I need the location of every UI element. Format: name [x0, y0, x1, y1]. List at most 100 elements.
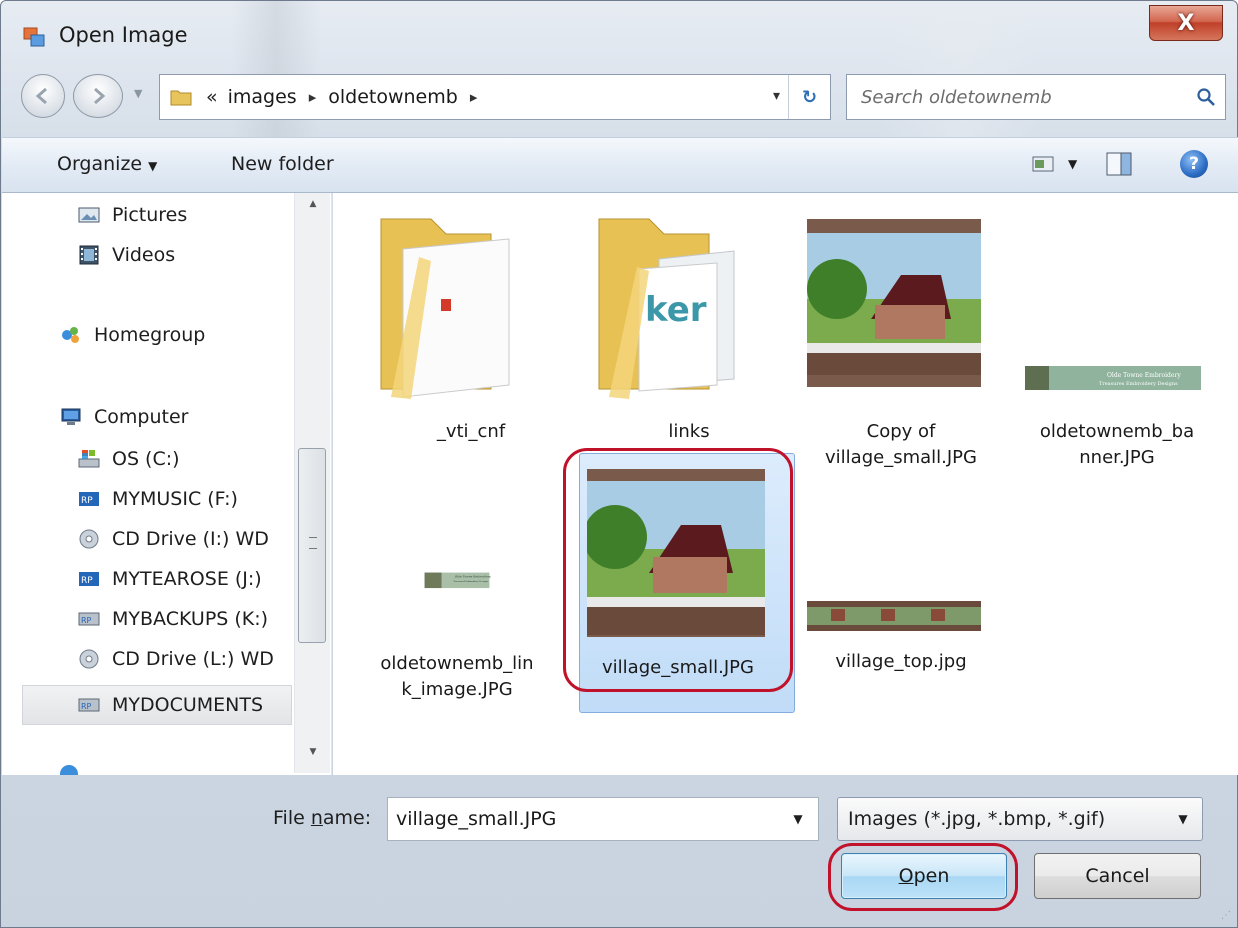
chevron-down-icon[interactable]: ▼ — [778, 812, 818, 826]
videos-icon — [79, 245, 99, 265]
recent-pages-chevron-icon[interactable]: ▼ — [134, 87, 142, 100]
file-item-links[interactable]: ker links — [589, 209, 789, 459]
file-name: links — [668, 421, 710, 442]
folder-icon: ker — [598, 218, 735, 399]
address-dropdown-icon[interactable]: ▾ — [773, 88, 780, 104]
label-part: ame: — [322, 807, 372, 829]
button-mnemonic: O — [898, 865, 914, 887]
computer-icon — [61, 408, 81, 425]
file-list: _vti_cnf ker links Copy of village_small… — [333, 193, 1238, 775]
sidebar-item-label: Videos — [112, 244, 176, 266]
forward-button[interactable] — [73, 74, 123, 118]
file-name-line: Copy of — [866, 421, 936, 442]
sidebar-item-homegroup[interactable]: Homegroup — [60, 319, 205, 351]
breadcrumb-separator-icon[interactable]: ▸ — [470, 88, 478, 106]
cd-drive-icon — [79, 649, 99, 669]
back-arrow-icon — [35, 87, 47, 105]
file-name-input[interactable] — [388, 808, 778, 830]
file-item-village-small[interactable]: village_small.JPG — [579, 453, 795, 713]
file-item-oldetownemb-link-image[interactable]: Olde Towne Embroidery Treasured Embroide… — [357, 563, 557, 723]
file-item-copy-of-village-small[interactable]: Copy of village_small.JPG — [801, 209, 1001, 479]
search-input[interactable] — [847, 86, 1187, 108]
file-name-label: File name: — [273, 807, 371, 829]
scroll-down-icon[interactable]: ▼ — [295, 747, 331, 765]
breadcrumb-separator-icon[interactable]: ▸ — [309, 88, 317, 106]
search-icon[interactable] — [1187, 75, 1225, 119]
chevron-down-icon: ▼ — [1068, 157, 1078, 171]
file-type-value: Images (*.jpg, *.bmp, *.gif) — [848, 808, 1106, 830]
organize-label: Organize — [57, 153, 143, 175]
help-button[interactable]: ? — [1180, 150, 1208, 178]
refresh-icon: ↻ — [801, 86, 818, 108]
sidebar-item-cd-drive-i[interactable]: CD Drive (I:) WD — [78, 523, 269, 555]
sidebar-item-mydocuments[interactable]: RP MYDOCUMENTS — [78, 689, 263, 721]
new-folder-button[interactable]: New folder — [231, 153, 334, 175]
sidebar-scrollbar[interactable]: ▲ ▼ — [294, 193, 330, 773]
network-drive-icon: RP — [78, 612, 100, 626]
organize-button[interactable]: Organize ▼ — [57, 153, 157, 175]
file-name: Copy of village_small.JPG — [801, 419, 1001, 471]
sidebar-item-pictures[interactable]: Pictures — [78, 199, 187, 231]
command-toolbar: Organize ▼ New folder ▼ ? — [2, 137, 1238, 193]
file-item-village-top[interactable]: village_top.jpg — [801, 589, 1001, 709]
file-item-oldetownemb-banner[interactable]: Olde Towne Embroidery Treasures Embroide… — [1017, 209, 1217, 479]
window-title: Open Image — [59, 23, 188, 47]
scroll-up-icon[interactable]: ▲ — [295, 199, 331, 217]
image-thumbnail — [807, 601, 981, 631]
search-box[interactable] — [846, 74, 1226, 120]
back-button[interactable] — [21, 74, 65, 118]
label-mnemonic: n — [310, 807, 323, 829]
open-image-dialog: Open Image X ▼ « images ▸ oldetownemb ▸ … — [0, 0, 1238, 928]
sidebar-item-mybackups[interactable]: RP MYBACKUPS (K:) — [78, 603, 268, 635]
open-button[interactable]: Open — [841, 853, 1007, 899]
file-name-line: oldetownemb_ba — [1039, 421, 1195, 442]
thumb-text: Treasures Embroidery Designs — [1099, 381, 1178, 387]
sidebar-item-label: Homegroup — [94, 324, 206, 346]
button-label: pen — [913, 865, 950, 887]
sidebar-item-mymusic[interactable]: RP MYMUSIC (F:) — [78, 483, 238, 515]
sidebar-item-label: MYBACKUPS (K:) — [112, 608, 269, 630]
background-blur — [881, 1, 1041, 141]
sidebar-item-label: MYTEAROSE (J:) — [112, 568, 262, 590]
resize-grip-icon[interactable]: ⋰ — [1221, 910, 1231, 921]
sidebar-item-mytearose[interactable]: RP MYTEAROSE (J:) — [78, 563, 262, 595]
sidebar-item-os-c[interactable]: OS (C:) — [78, 443, 180, 475]
file-name: _vti_cnf — [436, 421, 506, 442]
help-icon: ? — [1189, 154, 1199, 174]
close-button[interactable]: X — [1149, 5, 1223, 41]
file-name: village_top.jpg — [835, 651, 967, 672]
file-name-combobox[interactable]: ▼ — [387, 797, 819, 841]
file-name: village_small.JPG — [602, 657, 754, 678]
sidebar-item-label: Pictures — [112, 204, 188, 226]
forward-arrow-icon — [94, 87, 106, 105]
breadcrumb-oldetownemb[interactable]: oldetownemb — [328, 86, 458, 108]
breadcrumb-overflow[interactable]: « — [206, 86, 218, 108]
file-name-line: village_small.JPG — [825, 447, 977, 468]
file-type-select[interactable]: Images (*.jpg, *.bmp, *.gif) ▼ — [837, 797, 1203, 841]
breadcrumb-images[interactable]: images — [228, 86, 297, 108]
drive-os-icon — [78, 450, 100, 468]
sidebar-item-label: Computer — [94, 406, 189, 428]
sidebar-item-cd-drive-l[interactable]: CD Drive (L:) WD — [78, 643, 274, 675]
sidebar-item-videos[interactable]: Videos — [78, 239, 175, 271]
view-icon — [1032, 156, 1054, 172]
grip-icon — [309, 537, 317, 549]
thumb-text: Olde Towne Embroidery — [1107, 372, 1181, 379]
refresh-button[interactable]: ↻ — [788, 75, 830, 119]
file-name: oldetownemb_ba nner.JPG — [1017, 419, 1217, 471]
file-item-vti-cnf[interactable]: _vti_cnf — [371, 209, 571, 459]
scrollbar-thumb[interactable] — [298, 448, 326, 643]
sidebar-item-label: MYMUSIC (F:) — [112, 488, 238, 510]
preview-pane-icon[interactable] — [1106, 152, 1132, 176]
address-bar[interactable]: « images ▸ oldetownemb ▸ ▾ ↻ — [159, 74, 831, 120]
cancel-button[interactable]: Cancel — [1034, 853, 1201, 899]
file-name-line: nner.JPG — [1079, 447, 1155, 468]
change-view-button[interactable]: ▼ — [1032, 155, 1077, 173]
file-name: oldetownemb_lin k_image.JPG — [357, 651, 557, 703]
image-thumbnail — [807, 219, 981, 387]
sidebar-item-computer[interactable]: Computer — [60, 401, 188, 433]
chevron-down-icon: ▼ — [148, 159, 158, 173]
svg-text:ker: ker — [645, 290, 707, 330]
chevron-down-icon: ▼ — [1178, 812, 1188, 826]
file-name-line: k_image.JPG — [401, 679, 513, 700]
